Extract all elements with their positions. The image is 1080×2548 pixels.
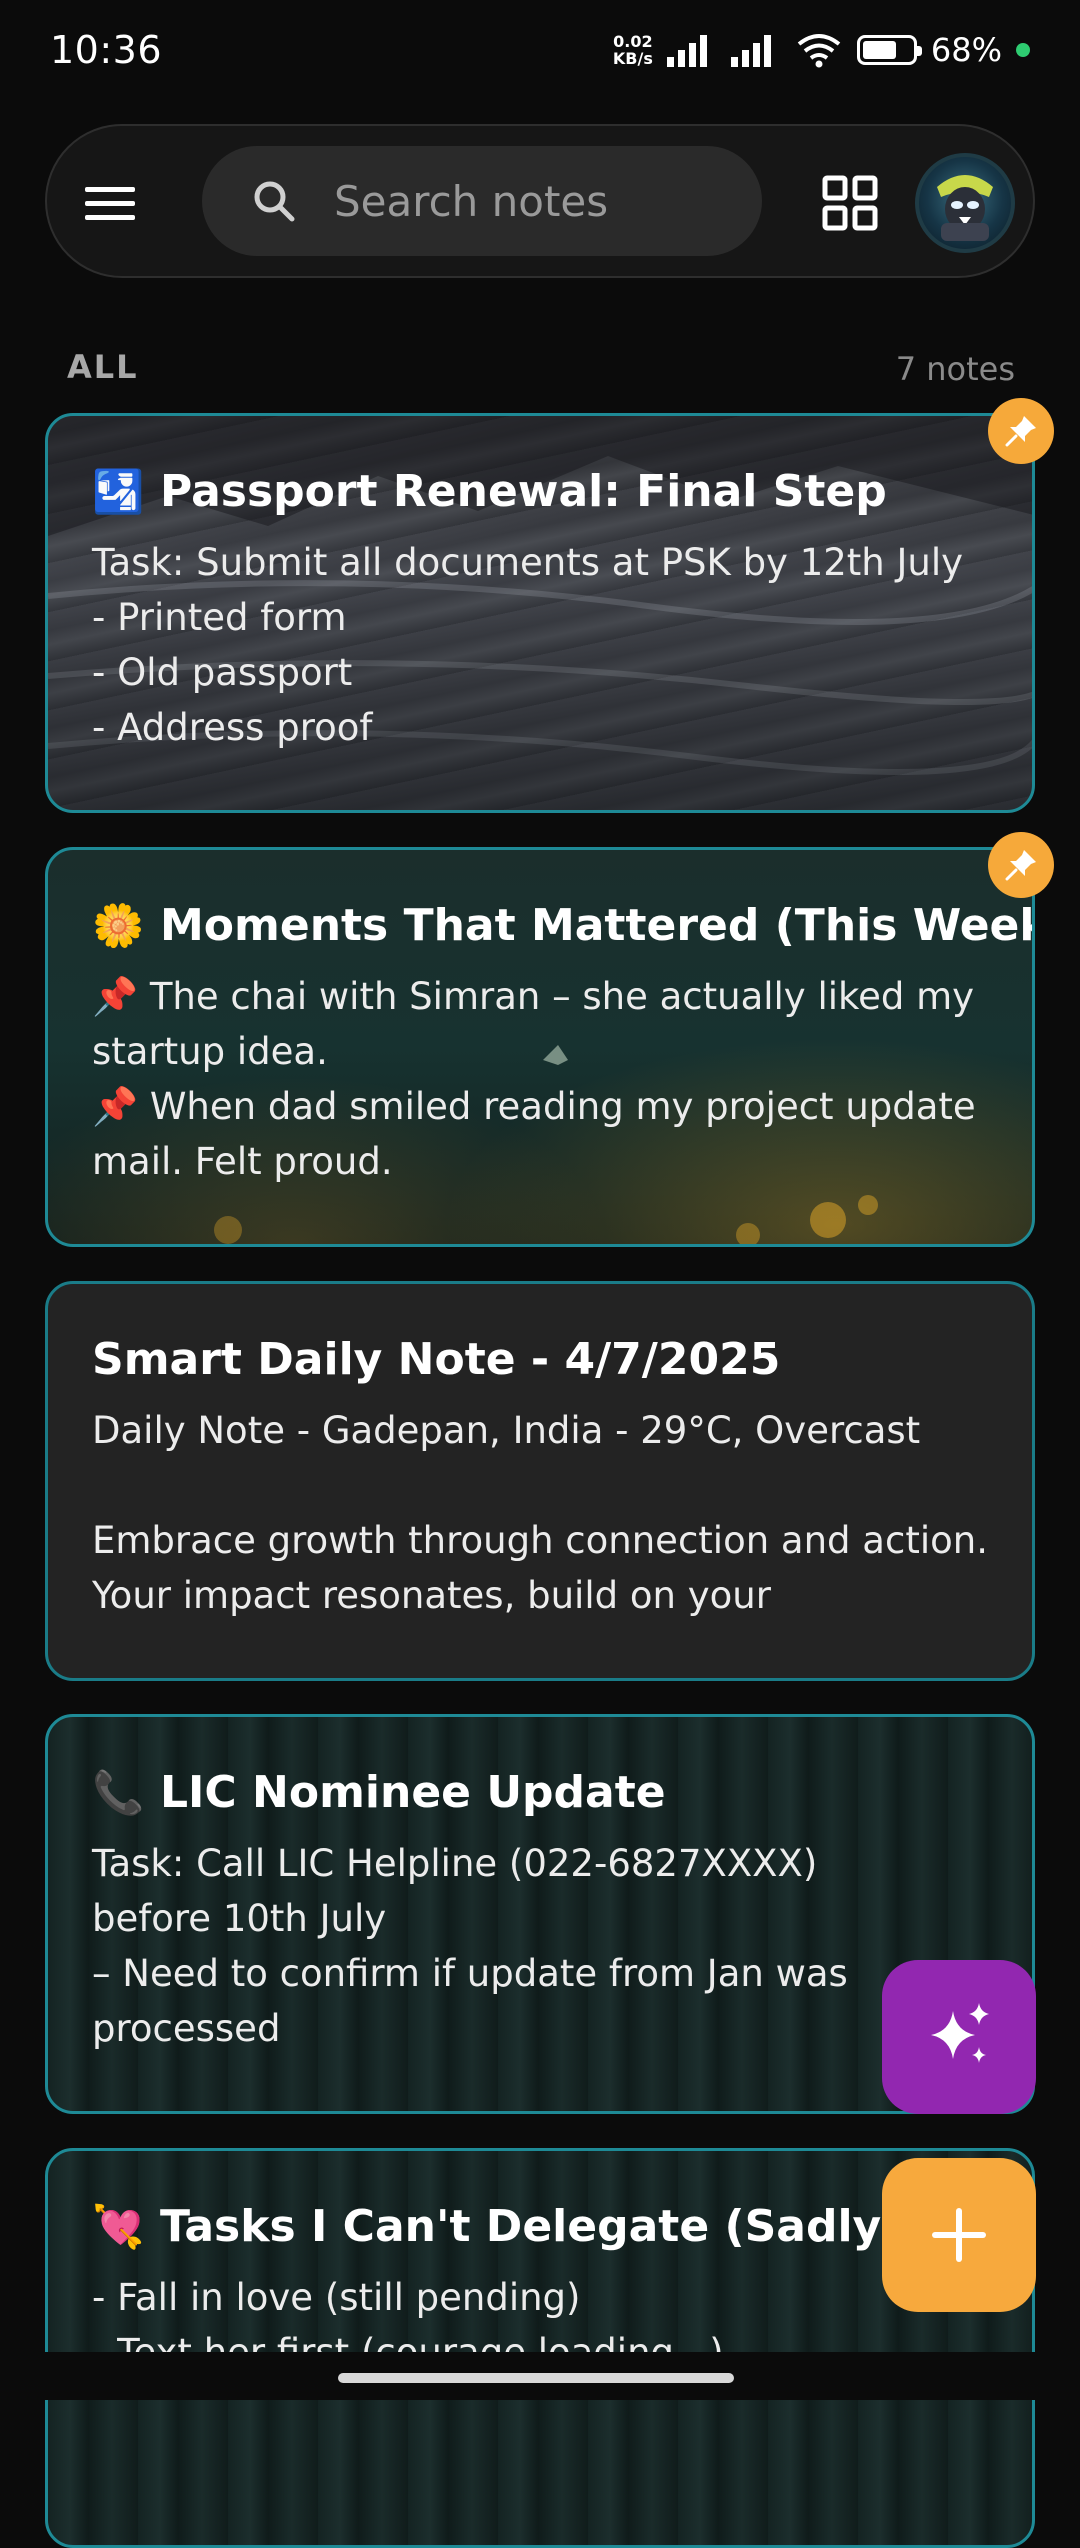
signal-icon <box>666 35 707 67</box>
search-placeholder: Search notes <box>334 176 609 226</box>
section-title: ALL <box>67 348 139 386</box>
note-title-text: Tasks I Can't Delegate (Sadly) <box>160 2201 902 2252</box>
note-body: Task: Call LIC Helpline (022-6827XXXX) b… <box>92 1842 848 2050</box>
battery-level-fill <box>862 41 896 59</box>
note-title-text: Passport Renewal: Final Step <box>160 466 887 517</box>
note-title-text: LIC Nominee Update <box>160 1767 666 1818</box>
status-bar: 10:36 0.02 KB/s 68% <box>0 0 1080 100</box>
sparkles-icon <box>931 2003 989 2063</box>
note-title: 🌼 Moments That Mattered (This Week) <box>92 900 1032 951</box>
note-emoji: 📞 <box>92 1767 145 1817</box>
pushpin-icon <box>1005 416 1036 447</box>
note-card[interactable]: 🌼 Moments That Mattered (This Week) 📌 Th… <box>45 847 1035 1247</box>
status-icons: 0.02 KB/s 68% <box>613 31 1030 69</box>
net-speed-unit: KB/s <box>612 49 653 68</box>
notes-count: 7 notes <box>895 350 1015 388</box>
pin-icon[interactable] <box>988 832 1054 898</box>
wifi-icon <box>797 34 841 68</box>
avatar-image <box>937 175 993 241</box>
avatar[interactable] <box>915 153 1015 253</box>
note-body: Task: Submit all documents at PSK by 12t… <box>92 541 964 749</box>
pushpin-icon <box>1005 850 1036 881</box>
add-note-button[interactable] <box>882 2158 1036 2312</box>
pin-icon[interactable] <box>988 398 1054 464</box>
home-indicator[interactable] <box>338 2373 734 2383</box>
note-title: 📞 LIC Nominee Update <box>92 1767 992 1818</box>
note-title: Smart Daily Note - 4/7/2025 <box>92 1334 992 1385</box>
note-title: 🛂 Passport Renewal: Final Step <box>92 466 992 517</box>
note-title: 💘 Tasks I Can't Delegate (Sadly) <box>92 2201 992 2252</box>
network-speed: 0.02 KB/s <box>613 33 653 67</box>
battery-icon <box>856 35 922 65</box>
battery-status-dot <box>1016 43 1030 57</box>
top-search-bar: Search notes <box>45 124 1035 278</box>
status-time: 10:36 <box>50 28 163 72</box>
battery-percent: 68% <box>930 31 1002 69</box>
note-card[interactable]: 🛂 Passport Renewal: Final Step Task: Sub… <box>45 413 1035 813</box>
net-speed-value: 0.02 <box>613 32 653 51</box>
note-emoji: 💘 <box>92 2201 145 2251</box>
note-title-text: Smart Daily Note - 4/7/2025 <box>92 1334 781 1385</box>
search-input[interactable]: Search notes <box>202 146 762 256</box>
signal-icon-2 <box>730 35 771 67</box>
note-emoji: 🛂 <box>92 466 145 516</box>
note-body: Daily Note - Gadepan, India - 29°C, Over… <box>92 1409 988 1617</box>
note-card[interactable]: Smart Daily Note - 4/7/2025 Daily Note -… <box>45 1281 1035 1681</box>
note-title-text: Moments That Mattered (This Week) <box>160 900 1035 951</box>
plus-icon <box>932 2208 986 2262</box>
grid-view-icon[interactable] <box>822 175 878 231</box>
ai-assist-button[interactable] <box>882 1960 1036 2114</box>
note-emoji: 🌼 <box>92 900 145 950</box>
note-body: 📌 The chai with Simran – she actually li… <box>92 975 976 1183</box>
search-icon <box>254 181 295 222</box>
hamburger-menu-icon[interactable] <box>85 173 145 233</box>
